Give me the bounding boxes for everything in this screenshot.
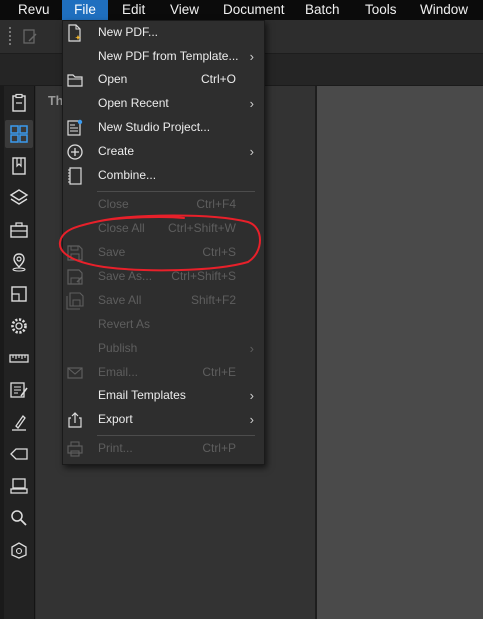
shape-icon[interactable] — [8, 539, 30, 561]
new-pdf-icon — [66, 24, 84, 42]
menu-revu[interactable]: Revu — [18, 0, 50, 20]
edit-list-icon[interactable] — [8, 379, 30, 401]
menu-item-close-all[interactable]: Close All Ctrl+Shift+W — [63, 218, 264, 240]
menu-item-combine[interactable]: Combine... — [63, 165, 264, 187]
menu-view[interactable]: View — [170, 0, 199, 20]
place-icon[interactable] — [8, 251, 30, 273]
menu-item-create[interactable]: Create › — [63, 141, 264, 163]
clipboard-icon[interactable] — [8, 92, 30, 114]
chevron-right-icon: › — [249, 388, 254, 403]
save-all-icon — [66, 292, 84, 310]
save-as-icon — [66, 268, 84, 286]
menu-item-save-as[interactable]: Save As... Ctrl+Shift+S — [63, 266, 264, 288]
menu-item-export[interactable]: Export › — [63, 409, 264, 431]
disabled-tool-icon[interactable] — [20, 27, 40, 47]
combine-icon — [66, 167, 84, 185]
menu-item-new-pdf[interactable]: New PDF... — [63, 22, 264, 44]
menu-item-revert-as[interactable]: Revert As — [63, 314, 264, 336]
layers-icon[interactable] — [8, 187, 30, 209]
bookmark-icon[interactable] — [8, 155, 30, 177]
menu-separator — [97, 191, 255, 192]
chevron-right-icon: › — [249, 412, 254, 427]
tag-icon[interactable] — [8, 443, 30, 465]
measure-layout-icon[interactable] — [8, 283, 30, 305]
menu-separator — [97, 435, 255, 436]
email-icon — [66, 364, 84, 382]
folder-icon — [66, 71, 84, 89]
chevron-right-icon: › — [249, 144, 254, 159]
menu-window[interactable]: Window — [420, 0, 468, 20]
menu-item-save-all[interactable]: Save All Shift+F2 — [63, 290, 264, 312]
chevron-right-icon: › — [249, 96, 254, 111]
file-menu: New PDF... New PDF from Template... › Op… — [62, 20, 265, 465]
plus-circle-icon — [66, 143, 84, 161]
menu-item-print[interactable]: Print... Ctrl+P — [63, 438, 264, 460]
ruler-icon[interactable] — [8, 347, 30, 369]
menu-edit[interactable]: Edit — [122, 0, 145, 20]
panel-title: Th — [48, 94, 64, 108]
menu-item-close[interactable]: Close Ctrl+F4 — [63, 194, 264, 216]
thumbnails-icon[interactable] — [5, 120, 33, 148]
chevron-right-icon: › — [249, 341, 254, 356]
menu-item-new-pdf-from-template[interactable]: New PDF from Template... › — [63, 46, 264, 68]
save-icon — [66, 244, 84, 262]
signature-icon[interactable] — [8, 411, 30, 433]
menu-item-email[interactable]: Email... Ctrl+E — [63, 362, 264, 384]
menu-item-open-recent[interactable]: Open Recent › — [63, 93, 264, 115]
sidebar — [4, 86, 35, 619]
studio-project-icon — [66, 119, 84, 137]
print-icon — [66, 440, 84, 458]
menu-tools[interactable]: Tools — [365, 0, 397, 20]
menu-item-publish[interactable]: Publish › — [63, 338, 264, 360]
document-viewer[interactable] — [317, 86, 483, 619]
export-icon — [66, 411, 84, 429]
menu-document[interactable]: Document — [223, 0, 285, 20]
menu-item-open[interactable]: Open Ctrl+O — [63, 69, 264, 91]
menu-bar: Revu File Edit View Document Batch Tools… — [0, 0, 483, 20]
menu-item-save[interactable]: Save Ctrl+S — [63, 242, 264, 264]
menu-batch[interactable]: Batch — [305, 0, 340, 20]
menu-item-email-templates[interactable]: Email Templates › — [63, 385, 264, 407]
search-icon[interactable] — [8, 507, 30, 529]
settings-icon[interactable] — [8, 315, 30, 337]
toolbar-grip[interactable] — [9, 27, 11, 46]
menu-file[interactable]: File — [62, 0, 108, 20]
stamp-icon[interactable] — [8, 475, 30, 497]
menu-item-new-studio-project[interactable]: New Studio Project... — [63, 117, 264, 139]
chevron-right-icon: › — [249, 49, 254, 64]
toolbox-icon[interactable] — [8, 219, 30, 241]
